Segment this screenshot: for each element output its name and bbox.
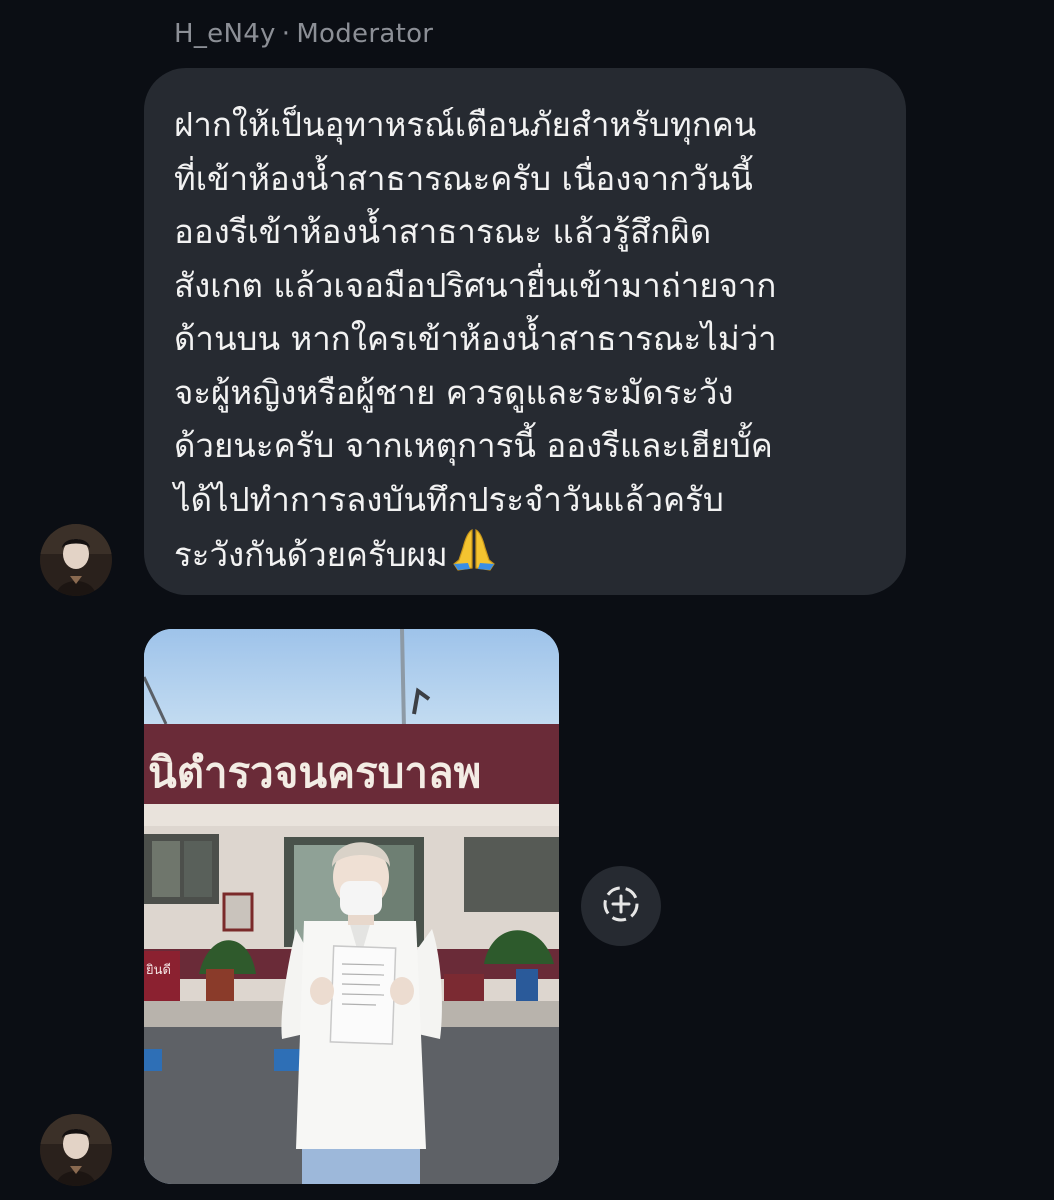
attached-photo[interactable]: นิตำรวจนครบาลพ ยินดี	[144, 629, 559, 1184]
header-separator: ·	[281, 19, 291, 49]
message-line: ด้านบน หากใครเข้าห้องน้ำสาธารณะไม่ว่า	[174, 319, 777, 358]
message-line: สังเกต แล้วเจอมือปริศนายื่นเข้ามาถ่ายจาก	[174, 265, 777, 305]
message-line: ด้วยนะครับ จากเหตุการนี้ อองรีและเฮียบั้…	[174, 426, 773, 465]
praying-hands-icon	[450, 526, 498, 588]
sender-role: Moderator	[296, 19, 434, 49]
avatar[interactable]	[40, 1114, 112, 1186]
message-line: ฝากให้เป็นอุทาหรณ์เตือนภัยสำหรับทุกคน	[174, 105, 757, 144]
avatar[interactable]	[40, 524, 112, 596]
chat-screen: H_eN4y · Moderator ฝากให้เป็นอุทาหรณ์เตือน…	[0, 0, 1054, 1200]
sender-name[interactable]: H_eN4y	[174, 19, 276, 49]
message-line-last: ระวังกันด้วยครับผม	[174, 526, 876, 588]
message-bubble[interactable]: ฝากให้เป็นอุทาหรณ์เตือนภัยสำหรับทุกคน ที…	[144, 68, 906, 595]
message-line: ได้ไปทำการลงบันทึกประจำวันแล้วครับ	[174, 479, 724, 519]
add-reaction-button[interactable]	[581, 866, 661, 946]
message-line: อองรีเข้าห้องน้ำสาธารณะ แล้วรู้สึกผิด	[174, 212, 712, 251]
message-line: จะผู้หญิงหรือผู้ชาย ควรดูและระมัดระวัง	[174, 372, 734, 412]
message-line: ที่เข้าห้องน้ำสาธารณะครับ เนื่องจากวันนี…	[174, 158, 753, 198]
add-reaction-icon	[599, 882, 643, 930]
message-line: ระวังกันด้วยครับผม	[174, 535, 448, 574]
message-header: H_eN4y · Moderator	[174, 14, 433, 54]
small-sign: ยินดี	[146, 962, 171, 978]
building-sign: นิตำรวจนครบาลพ	[148, 748, 481, 797]
